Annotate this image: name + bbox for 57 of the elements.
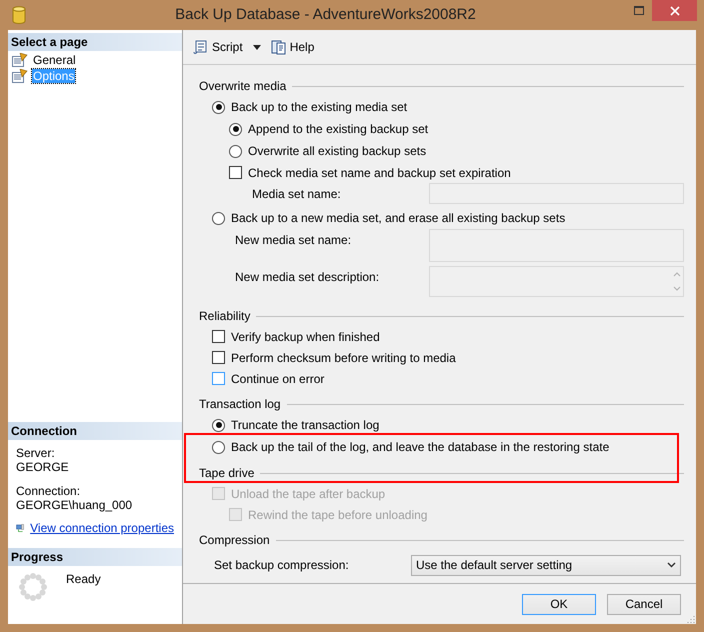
close-button[interactable]	[652, 0, 697, 21]
checkbox[interactable]	[212, 372, 225, 385]
group-title: Reliability	[199, 309, 252, 323]
radio-button[interactable]	[212, 440, 225, 454]
checkbox[interactable]	[212, 330, 225, 343]
radio-option[interactable]: Overwrite all existing backup sets	[229, 144, 426, 158]
help-book-icon	[270, 39, 287, 55]
server-label: Server:	[16, 446, 56, 460]
dialog-button[interactable]: Cancel	[607, 594, 681, 614]
radio-option[interactable]: Back up the tail of the log, and leave the database in the restoring state	[212, 440, 610, 454]
radio-button[interactable]	[212, 212, 225, 224]
field-label: Set backup compression:	[214, 558, 349, 572]
page-icon	[12, 53, 28, 67]
dropdown-caret-icon[interactable]	[252, 44, 261, 50]
page-icon	[12, 69, 28, 83]
script-button[interactable]: Script	[191, 37, 245, 57]
radio-button[interactable]	[212, 418, 225, 432]
radio-button[interactable]	[229, 122, 242, 136]
radio-option[interactable]: Truncate the transaction log	[212, 418, 380, 432]
window-title: Back Up Database - AdventureWorks2008R2	[174, 5, 477, 25]
checkbox-option[interactable]: Check media set name and backup set expiration	[229, 166, 511, 180]
progress-status: Ready	[66, 572, 101, 588]
checkbox[interactable]	[212, 351, 225, 364]
resize-grip-icon	[687, 615, 695, 623]
connection-properties-link[interactable]: View connection properties	[30, 521, 174, 535]
section-header: Select a page	[8, 33, 182, 51]
section-header: Connection	[8, 422, 182, 440]
database-icon	[12, 6, 26, 24]
group-title: Tape drive	[199, 466, 256, 480]
server-name: GEORGE	[16, 460, 70, 474]
radio-option[interactable]: Append to the existing backup set	[229, 122, 428, 136]
connection-name: GEORGE\huang_000	[16, 498, 134, 512]
radio-option[interactable]: Back up to a new media set, and erase all existing backup sets	[212, 211, 566, 225]
connection-label: Connection:	[16, 484, 82, 498]
radio-option[interactable]: Back up to the existing media set	[212, 100, 408, 114]
checkbox[interactable]	[229, 166, 242, 179]
checkbox-option[interactable]: Perform checksum before writing to media	[212, 350, 456, 364]
dialog-button[interactable]: OK	[522, 594, 596, 614]
close-icon	[670, 6, 680, 16]
checkbox-option[interactable]: Verify backup when finished	[212, 330, 380, 344]
section-header: Progress	[8, 548, 182, 566]
group-title: Compression	[199, 533, 271, 547]
page-item[interactable]: General	[32, 53, 77, 67]
compression-dropdown[interactable]: Use the default server setting	[411, 554, 681, 576]
scroll-icon	[193, 39, 209, 55]
spinner-icon	[18, 572, 48, 602]
help-button[interactable]: Help	[268, 37, 316, 57]
group-title: Overwrite media	[199, 79, 288, 93]
radio-button[interactable]	[212, 100, 225, 114]
field-label: Media set name:	[252, 186, 341, 201]
field-label: New media set description:	[235, 269, 380, 284]
chevron-down-icon	[667, 562, 676, 568]
checkbox-option[interactable]: Continue on error	[212, 372, 324, 386]
group-title: Transaction log	[199, 397, 282, 411]
maximize-icon	[634, 6, 644, 15]
field-label: New media set name:	[235, 232, 352, 247]
radio-button[interactable]	[229, 144, 242, 158]
